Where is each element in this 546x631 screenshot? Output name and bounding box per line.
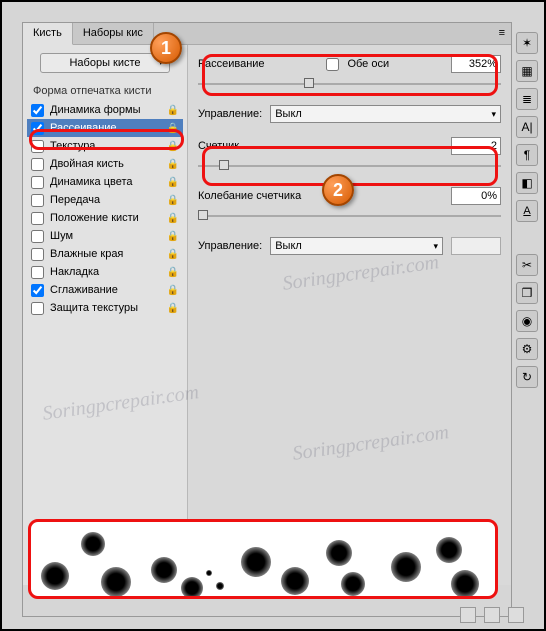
- option-checkbox[interactable]: [31, 248, 44, 261]
- scatter-control-label: Управление:: [198, 108, 262, 120]
- brush-option-row[interactable]: Рассеивание 🔒: [27, 119, 183, 137]
- scatter-settings: Рассеивание Обе оси Управление: Выкл: [188, 45, 511, 585]
- option-label: Рассеивание: [50, 122, 117, 134]
- trash-icon[interactable]: [508, 607, 524, 623]
- brush-option-row[interactable]: Передача 🔒: [27, 191, 183, 209]
- brush-option-row[interactable]: Сглаживание 🔒: [27, 281, 183, 299]
- brush-presets-button[interactable]: Наборы кисте: [40, 53, 170, 73]
- lock-icon[interactable]: 🔒: [167, 249, 179, 260]
- lock-icon[interactable]: 🔒: [167, 267, 179, 278]
- jitter-control-select[interactable]: Выкл: [270, 237, 443, 255]
- lock-icon[interactable]: 🔒: [167, 285, 179, 296]
- brush-option-row[interactable]: Динамика формы 🔒: [27, 101, 183, 119]
- brush-option-row[interactable]: Накладка 🔒: [27, 263, 183, 281]
- brush-option-row[interactable]: Влажные края 🔒: [27, 245, 183, 263]
- lock-icon[interactable]: 🔒: [167, 195, 179, 206]
- tab-brush-presets[interactable]: Наборы кис: [73, 23, 154, 44]
- option-checkbox[interactable]: [31, 212, 44, 225]
- brush-option-row[interactable]: Положение кисти 🔒: [27, 209, 183, 227]
- option-checkbox[interactable]: [31, 176, 44, 189]
- brush-option-row[interactable]: Текстура 🔒: [27, 137, 183, 155]
- both-axes-label: Обе оси: [347, 58, 389, 70]
- lock-icon[interactable]: 🔒: [167, 177, 179, 188]
- option-label: Передача: [50, 194, 100, 206]
- clone-panel-icon[interactable]: ◉: [516, 310, 538, 332]
- character-panel-icon[interactable]: A|: [516, 116, 538, 138]
- swatches-panel-icon[interactable]: ▦: [516, 60, 538, 82]
- option-label: Положение кисти: [50, 212, 139, 224]
- lock-icon[interactable]: 🔒: [167, 141, 179, 152]
- option-label: Накладка: [50, 266, 99, 278]
- right-dock: ✶ ▦ ≣ A| ¶ ◧ A ✂ ❒ ◉ ⚙ ↻: [514, 22, 540, 388]
- option-label: Влажные края: [50, 248, 123, 260]
- brush-options-sidebar: Наборы кисте Форма отпечатка кисти Динам…: [23, 45, 188, 585]
- option-checkbox[interactable]: [31, 230, 44, 243]
- lock-icon[interactable]: 🔒: [167, 159, 179, 170]
- option-checkbox[interactable]: [31, 104, 44, 117]
- option-checkbox[interactable]: [31, 266, 44, 279]
- count-slider[interactable]: [198, 159, 501, 173]
- brush-option-row[interactable]: Шум 🔒: [27, 227, 183, 245]
- option-label: Динамика цвета: [50, 176, 133, 188]
- lock-icon[interactable]: 🔒: [167, 213, 179, 224]
- control-extra-box[interactable]: [451, 237, 501, 255]
- scatter-value-input[interactable]: [451, 55, 501, 73]
- option-label: Двойная кисть: [50, 158, 124, 170]
- 3d-panel-icon[interactable]: ❒: [516, 282, 538, 304]
- toggle-preview-icon[interactable]: [460, 607, 476, 623]
- scatter-control-select[interactable]: Выкл: [270, 105, 501, 123]
- brush-panel-icon[interactable]: ✶: [516, 32, 538, 54]
- scatter-slider[interactable]: [198, 77, 501, 91]
- option-label: Защита текстуры: [50, 302, 138, 314]
- brush-option-row[interactable]: Динамика цвета 🔒: [27, 173, 183, 191]
- lock-icon[interactable]: 🔒: [167, 231, 179, 242]
- callout-1: 1: [150, 32, 182, 64]
- gear-icon[interactable]: ⚙: [516, 338, 538, 360]
- lock-icon[interactable]: 🔒: [167, 303, 179, 314]
- option-checkbox[interactable]: [31, 122, 44, 135]
- lock-icon[interactable]: 🔒: [167, 105, 179, 116]
- brush-option-row[interactable]: Защита текстуры 🔒: [27, 299, 183, 317]
- option-label: Текстура: [50, 140, 95, 152]
- tabs-bar: Кисть Наборы кис ≡: [23, 23, 511, 45]
- option-checkbox[interactable]: [31, 140, 44, 153]
- brush-preview: [28, 519, 498, 599]
- panel-footer: [460, 607, 524, 623]
- tools-icon[interactable]: ✂: [516, 254, 538, 276]
- jitter-control-label: Управление:: [198, 240, 262, 252]
- option-label: Сглаживание: [50, 284, 118, 296]
- layers-panel-icon[interactable]: ≣: [516, 88, 538, 110]
- brush-option-row[interactable]: Двойная кисть 🔒: [27, 155, 183, 173]
- panel-menu-icon[interactable]: ≡: [493, 23, 511, 44]
- count-value-input[interactable]: [451, 137, 501, 155]
- option-checkbox[interactable]: [31, 302, 44, 315]
- option-label: Шум: [50, 230, 73, 242]
- lock-icon[interactable]: 🔒: [167, 123, 179, 134]
- type-panel-icon[interactable]: A: [516, 200, 538, 222]
- paragraph-panel-icon[interactable]: ¶: [516, 144, 538, 166]
- option-label: Динамика формы: [50, 104, 140, 116]
- option-checkbox[interactable]: [31, 194, 44, 207]
- count-label: Счетчик: [198, 140, 239, 152]
- refresh-icon[interactable]: ↻: [516, 366, 538, 388]
- count-jitter-label: Колебание счетчика: [198, 190, 301, 202]
- option-checkbox[interactable]: [31, 284, 44, 297]
- scatter-label: Рассеивание: [198, 58, 265, 70]
- new-preset-icon[interactable]: [484, 607, 500, 623]
- tool-presets-icon[interactable]: ◧: [516, 172, 538, 194]
- count-jitter-input[interactable]: [451, 187, 501, 205]
- callout-2: 2: [322, 174, 354, 206]
- both-axes-checkbox[interactable]: [326, 58, 339, 71]
- option-checkbox[interactable]: [31, 158, 44, 171]
- brush-tip-shape-title[interactable]: Форма отпечатка кисти: [27, 81, 183, 101]
- count-jitter-slider[interactable]: [198, 209, 501, 223]
- tab-brush[interactable]: Кисть: [23, 23, 73, 45]
